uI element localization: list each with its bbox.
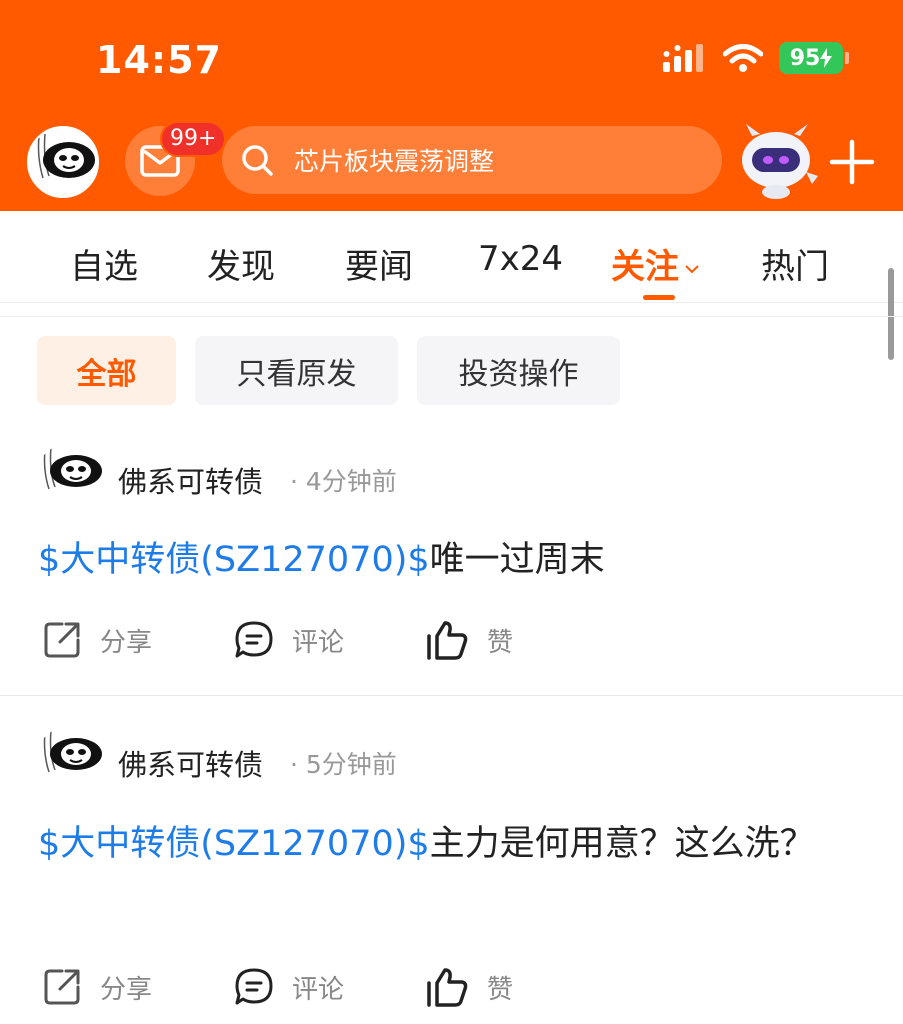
share-button[interactable]: 分享 [42, 967, 152, 1007]
post-timestamp: · 5分钟前 [290, 750, 397, 779]
post-time-text: 5分钟前 [305, 750, 397, 779]
chevron-down-icon [685, 264, 699, 273]
post-time-text: 4分钟前 [305, 467, 397, 496]
comment-icon [235, 621, 273, 658]
unread-badge: 99+ [160, 121, 227, 157]
search-placeholder: 芯片板块震荡调整 [294, 147, 495, 176]
post-content[interactable]: $大中转债(SZ127070)$主力是何用意？这么洗？ [38, 812, 818, 876]
scrollbar[interactable] [888, 268, 894, 360]
like-label: 赞 [487, 627, 514, 658]
post-content[interactable]: $大中转债(SZ127070)$唯一过周末 [38, 528, 818, 592]
tab-following[interactable]: 关注 [611, 239, 701, 288]
battery-indicator: 95 [779, 42, 849, 74]
search-bar[interactable]: 芯片板块震荡调整 [222, 126, 722, 194]
top-tabs: 自选 发现 要闻 7x24 关注 热门 [0, 211, 903, 303]
tab-discover[interactable]: 发现 [207, 239, 275, 288]
tab-watchlist[interactable]: 自选 [70, 239, 138, 288]
share-icon [44, 622, 80, 658]
like-label: 赞 [487, 974, 514, 1005]
search-icon [242, 145, 273, 176]
tab-following-label: 关注 [611, 247, 679, 287]
like-button[interactable]: 赞 [425, 620, 513, 660]
panda-avatar-image [29, 128, 97, 196]
post-divider [0, 695, 903, 696]
post-author-avatar[interactable] [36, 726, 106, 792]
share-label: 分享 [100, 974, 153, 1005]
comment-label: 评论 [292, 974, 345, 1005]
like-button[interactable]: 赞 [425, 967, 513, 1007]
filter-original[interactable]: 只看原发 [195, 336, 398, 405]
filter-all[interactable]: 全部 [37, 336, 176, 405]
comment-icon [235, 968, 273, 1005]
tab-hot[interactable]: 热门 [761, 239, 829, 288]
status-time: 14:57 [96, 38, 222, 82]
charging-bolt-icon [820, 48, 833, 68]
add-icon[interactable] [828, 138, 876, 186]
filter-trades[interactable]: 投资操作 [417, 336, 620, 405]
user-avatar[interactable] [27, 126, 99, 198]
post-timestamp: · 4分钟前 [290, 467, 397, 496]
post-text: 主力是何用意？这么洗？ [429, 824, 815, 864]
robot-assistant-icon[interactable] [736, 122, 820, 200]
share-label: 分享 [100, 627, 153, 658]
post-author-name[interactable]: 佛系可转债 [118, 742, 263, 784]
wifi-icon [723, 44, 763, 72]
post-author-name[interactable]: 佛系可转债 [118, 459, 263, 501]
app-header: 14:57 95 99+ 芯片板块震荡调整 [0, 0, 903, 211]
panda-avatar-image [36, 443, 106, 509]
panda-avatar-image [36, 726, 106, 792]
post-author-avatar[interactable] [36, 443, 106, 509]
comment-button[interactable]: 评论 [234, 620, 344, 660]
comment-label: 评论 [292, 627, 345, 658]
stock-link[interactable]: $大中转债(SZ127070)$ [38, 824, 430, 864]
divider [0, 316, 903, 317]
status-icons: 95 [663, 42, 849, 74]
battery-level: 95 [789, 45, 821, 71]
thumbs-up-icon [427, 968, 468, 1007]
thumbs-up-icon [427, 621, 468, 660]
stock-link[interactable]: $大中转债(SZ127070)$ [38, 540, 430, 580]
tab-7x24[interactable]: 7x24 [478, 239, 563, 279]
cellular-signal-icon [663, 44, 703, 72]
share-button[interactable]: 分享 [42, 620, 152, 660]
share-icon [44, 969, 80, 1005]
comment-button[interactable]: 评论 [234, 967, 344, 1007]
active-tab-indicator [643, 295, 675, 300]
post-text: 唯一过周末 [429, 540, 605, 580]
tab-news[interactable]: 要闻 [345, 239, 413, 288]
